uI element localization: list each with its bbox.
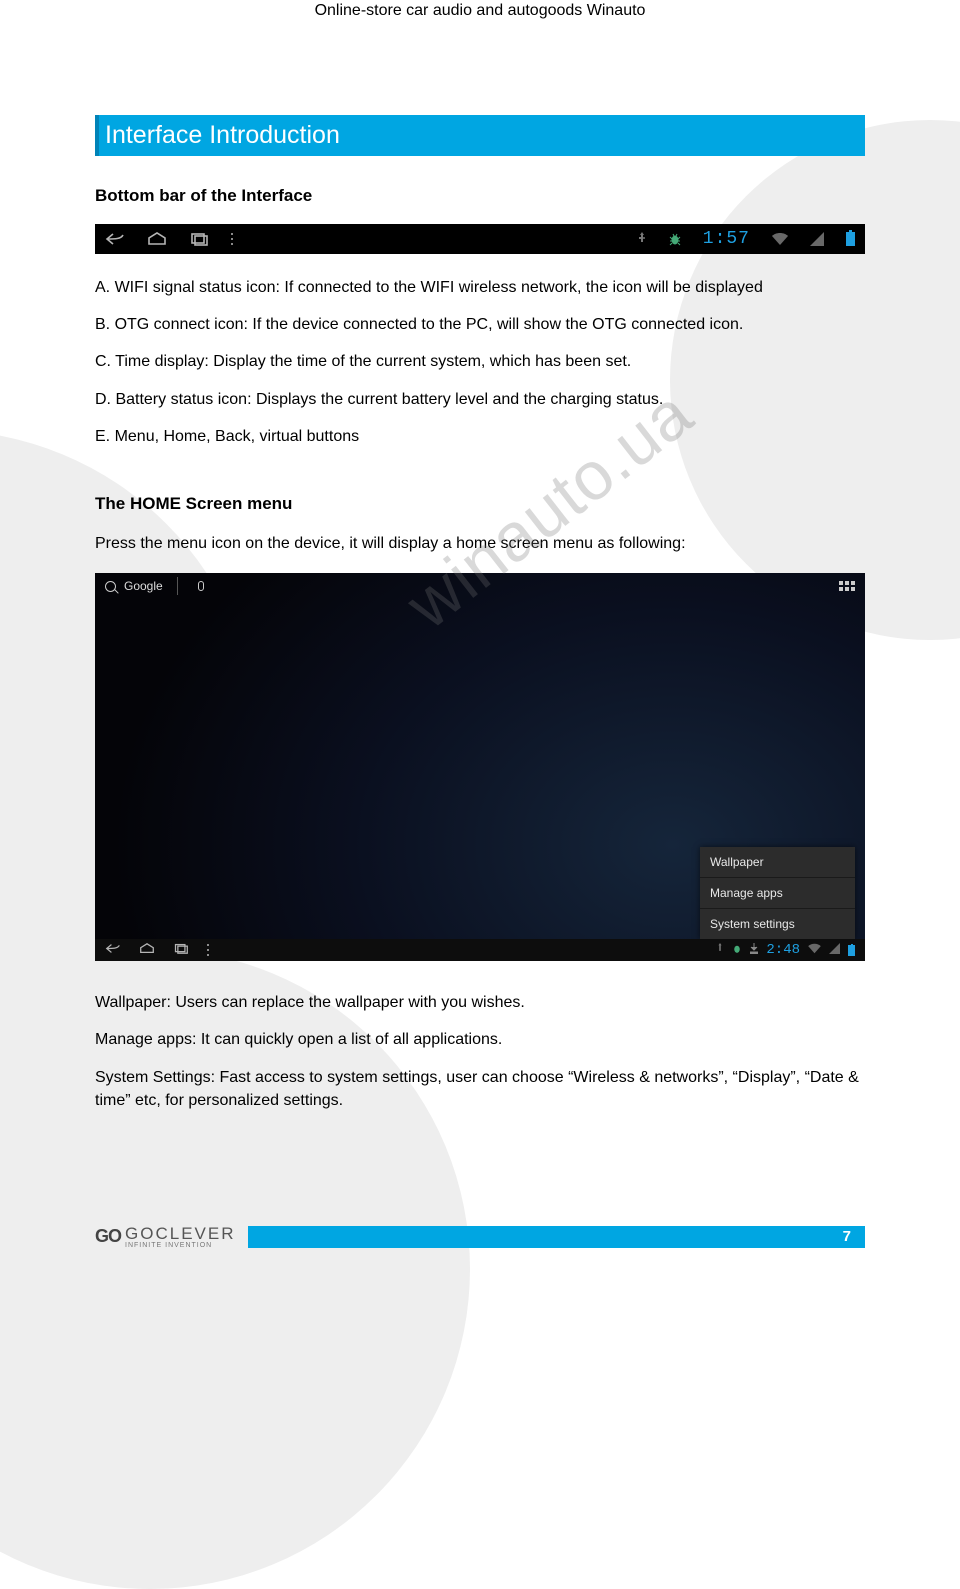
- subheading-bottom-bar: Bottom bar of the Interface: [95, 186, 865, 206]
- page-number: 7: [843, 1228, 851, 1245]
- menu-item-system-settings: System settings: [700, 909, 855, 939]
- search-icon: [105, 581, 116, 592]
- back-icon: [105, 941, 121, 959]
- wifi-icon: [808, 943, 821, 957]
- item-a: A. WIFI signal status icon: If connected…: [95, 276, 865, 299]
- apps-grid-icon: [839, 581, 855, 591]
- usb-icon: [637, 232, 647, 246]
- brand-logo: GO GOCLEVER INFINITE INVENTION: [95, 1224, 236, 1249]
- clock-time: 1:57: [703, 229, 750, 249]
- logo-text: GOCLEVER: [125, 1224, 235, 1244]
- home-icon: [139, 941, 155, 959]
- mic-icon: [198, 581, 204, 591]
- clock-time: 2:48: [766, 942, 800, 958]
- battery-icon: [846, 232, 855, 246]
- search-label: Google: [124, 579, 163, 593]
- signal-icon: [810, 232, 824, 246]
- home-icon: [147, 232, 167, 246]
- back-icon: [105, 232, 125, 246]
- menu-dots-icon: [207, 944, 209, 956]
- home-menu-intro: Press the menu icon on the device, it wi…: [95, 532, 865, 555]
- item-e: E. Menu, Home, Back, virtual buttons: [95, 425, 865, 448]
- item-b: B. OTG connect icon: If the device conne…: [95, 313, 865, 336]
- wifi-icon: [772, 232, 788, 246]
- signal-icon: [829, 941, 840, 959]
- page-number-bar: 7: [248, 1226, 866, 1248]
- desc-system-settings: System Settings: Fast access to system s…: [95, 1066, 865, 1112]
- menu-item-wallpaper: Wallpaper: [700, 847, 855, 878]
- bottom-bar-mock: 1:57: [95, 224, 865, 254]
- home-screen-mock: Google Wallpaper Manage apps System sett…: [95, 573, 865, 961]
- item-d: D. Battery status icon: Displays the cur…: [95, 388, 865, 411]
- item-c: C. Time display: Display the time of the…: [95, 350, 865, 373]
- debug-icon: [732, 941, 742, 959]
- context-menu: Wallpaper Manage apps System settings: [700, 847, 855, 939]
- page-footer: GO GOCLEVER INFINITE INVENTION 7: [95, 1224, 865, 1249]
- page-header: Online-store car audio and autogoods Win…: [95, 0, 865, 115]
- desc-manage-apps: Manage apps: It can quickly open a list …: [95, 1028, 865, 1051]
- divider: [177, 577, 178, 595]
- section-banner: Interface Introduction: [95, 115, 865, 156]
- desc-wallpaper: Wallpaper: Users can replace the wallpap…: [95, 991, 865, 1014]
- recent-apps-icon: [189, 232, 209, 246]
- battery-icon: [848, 945, 855, 956]
- subheading-home-menu: The HOME Screen menu: [95, 494, 865, 514]
- recent-apps-icon: [173, 941, 189, 959]
- usb-icon: [716, 941, 724, 959]
- download-icon: [750, 941, 758, 959]
- logo-go: GO: [95, 1226, 121, 1247]
- menu-item-manage-apps: Manage apps: [700, 878, 855, 909]
- menu-dots-icon: [231, 233, 233, 245]
- debug-icon: [669, 232, 681, 246]
